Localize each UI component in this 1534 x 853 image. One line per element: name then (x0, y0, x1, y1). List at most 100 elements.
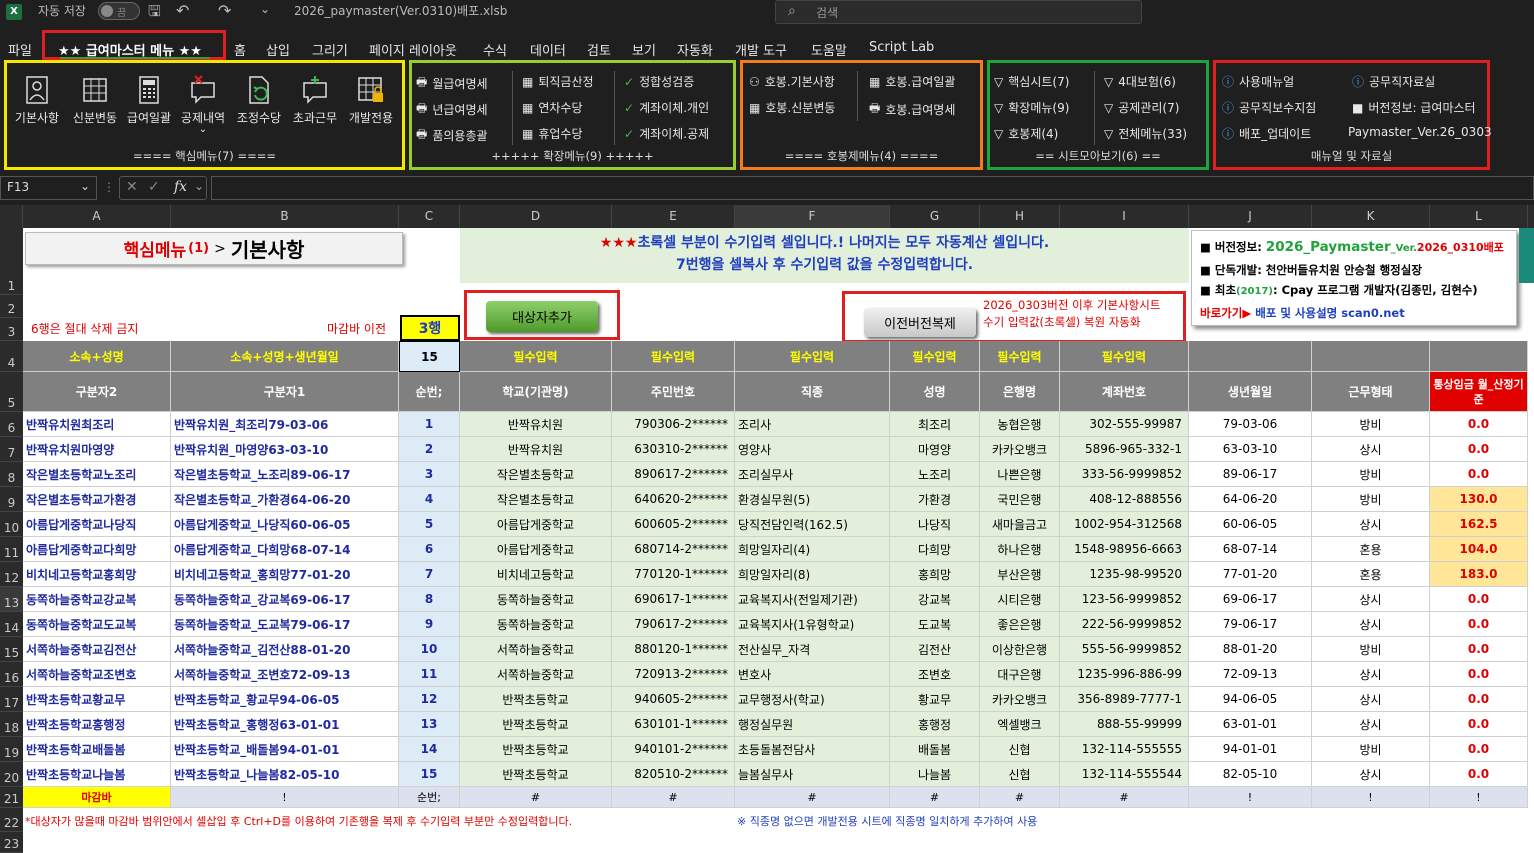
row-header[interactable]: 13 (0, 587, 23, 612)
core-button-payroll[interactable]: 급여일괄 (121, 75, 177, 126)
fx-icon[interactable]: fx (174, 179, 187, 195)
tab-insert[interactable]: 삽입 (266, 40, 290, 59)
tab-formulas[interactable]: 수식 (483, 40, 507, 59)
deadline-row-cell[interactable]: # (460, 787, 612, 808)
table-cell[interactable]: 하나은행 (980, 537, 1060, 562)
table-cell[interactable]: 늘봄실무사 (735, 762, 890, 787)
column-title-cell[interactable]: 근무형태 (1312, 372, 1430, 412)
table-cell[interactable]: 조리사 (735, 412, 890, 437)
row4-header-cell[interactable]: 필수입력 (612, 341, 735, 372)
ribbon-button[interactable]: ⚇ 호봉.기본사항 (749, 73, 835, 90)
row-header[interactable]: 23 (0, 832, 23, 853)
table-cell[interactable]: 반짝유치원_마영양63-03-10 (171, 437, 399, 462)
table-cell[interactable]: 카카오뱅크 (980, 687, 1060, 712)
table-cell[interactable]: 작은별초등학교 (460, 487, 612, 512)
table-cell[interactable]: 15 (399, 762, 460, 787)
ribbon-button[interactable]: ▦ 퇴직금산정 (522, 73, 594, 90)
table-cell[interactable]: 0.0 (1430, 662, 1528, 687)
table-cell[interactable]: 방비 (1312, 637, 1430, 662)
table-cell[interactable]: 132-114-555544 (1060, 762, 1189, 787)
table-cell[interactable]: 작은별초등학교노조리 (23, 462, 171, 487)
row-header[interactable]: 17 (0, 687, 23, 712)
table-cell[interactable]: 방비 (1312, 737, 1430, 762)
column-header[interactable]: C (399, 205, 460, 228)
deadline-value[interactable]: 3행 (400, 315, 460, 341)
table-cell[interactable]: 이상한은행 (980, 637, 1060, 662)
table-cell[interactable]: 반짝초등학교_홍행정63-01-01 (171, 712, 399, 737)
table-cell[interactable]: 68-07-14 (1189, 537, 1312, 562)
table-cell[interactable]: 아름답게중학교 (460, 537, 612, 562)
row4-header-cell[interactable]: 필수입력 (460, 341, 612, 372)
column-header[interactable]: K (1312, 205, 1430, 228)
tab-page-layout[interactable]: 페이지 레이아웃 (369, 40, 457, 59)
row-header[interactable]: 14 (0, 612, 23, 637)
column-header[interactable]: H (980, 205, 1060, 228)
table-cell[interactable]: 상시 (1312, 512, 1430, 537)
column-title-cell[interactable]: 직종 (735, 372, 890, 412)
row-header[interactable]: 16 (0, 662, 23, 687)
count-cell[interactable]: 15 (399, 341, 460, 372)
table-cell[interactable]: 0.0 (1430, 687, 1528, 712)
table-cell[interactable]: 64-06-20 (1189, 487, 1312, 512)
row4-header-cell[interactable]: 필수입력 (1060, 341, 1189, 372)
table-cell[interactable]: 비치네고등학교_홍희망77-01-20 (171, 562, 399, 587)
ribbon-button[interactable]: 🖶 년급여명세 (416, 99, 488, 120)
table-cell[interactable]: 60-06-05 (1189, 512, 1312, 537)
ribbon-button[interactable]: ✓ 계좌이체.개인 (624, 99, 709, 116)
ribbon-button[interactable]: ▽ 공제관리(7) (1104, 99, 1179, 116)
table-cell[interactable]: 최조리 (890, 412, 980, 437)
table-cell[interactable]: 행정실무원 (735, 712, 890, 737)
table-cell[interactable]: 황교무 (890, 687, 980, 712)
table-cell[interactable]: 2 (399, 437, 460, 462)
deadline-row-cell[interactable]: 순번; (399, 787, 460, 808)
table-cell[interactable]: 222-56-9999852 (1060, 612, 1189, 637)
table-cell[interactable]: 반짝초등학교배돌봄 (23, 737, 171, 762)
row-header[interactable]: 3 (0, 318, 23, 341)
ribbon-button[interactable]: ⓘ 사용매뉴얼 (1222, 73, 1294, 90)
table-cell[interactable]: 1 (399, 412, 460, 437)
deadline-row-cell[interactable]: # (612, 787, 735, 808)
table-cell[interactable]: 0.0 (1430, 762, 1528, 787)
table-cell[interactable]: 카카오뱅크 (980, 437, 1060, 462)
table-cell[interactable]: 초등돌봄전담사 (735, 737, 890, 762)
tab-draw[interactable]: 그리기 (312, 40, 348, 59)
row-header[interactable]: 9 (0, 487, 23, 512)
add-person-button[interactable]: 대상자추가 (486, 301, 598, 332)
table-cell[interactable]: 반짝초등학교 (460, 687, 612, 712)
table-cell[interactable]: 790617-2****** (612, 612, 735, 637)
ribbon-button[interactable]: ▦ 연차수당 (522, 99, 583, 116)
table-cell[interactable]: 농협은행 (980, 412, 1060, 437)
table-cell[interactable]: 79-03-06 (1189, 412, 1312, 437)
column-header[interactable]: G (890, 205, 980, 228)
table-cell[interactable]: 302-555-99987 (1060, 412, 1189, 437)
info-shortcut-link[interactable]: 배포 및 사용설명 scan0.net (1255, 306, 1405, 320)
table-cell[interactable]: 대구은행 (980, 662, 1060, 687)
table-cell[interactable]: 변호사 (735, 662, 890, 687)
autosave-toggle[interactable]: 끔 (98, 2, 140, 20)
table-cell[interactable]: 1548-98956-6663 (1060, 537, 1189, 562)
tab-data[interactable]: 데이터 (530, 40, 566, 59)
table-cell[interactable]: 0.0 (1430, 587, 1528, 612)
table-cell[interactable]: 홍희망 (890, 562, 980, 587)
row-header[interactable]: 2 (0, 295, 23, 318)
table-cell[interactable]: 김전산 (890, 637, 980, 662)
enter-icon[interactable]: ✓ (148, 179, 160, 195)
row-header[interactable]: 19 (0, 737, 23, 762)
table-cell[interactable]: 당직전담인력(162.5) (735, 512, 890, 537)
table-cell[interactable]: 640620-2****** (612, 487, 735, 512)
table-cell[interactable]: 5896-965-332-1 (1060, 437, 1189, 462)
table-cell[interactable]: 가환경 (890, 487, 980, 512)
table-cell[interactable]: 0.0 (1430, 612, 1528, 637)
column-header[interactable]: D (460, 205, 612, 228)
row4-header-cell[interactable]: 소속+성명+생년월일 (171, 341, 399, 372)
table-cell[interactable]: 680714-2****** (612, 537, 735, 562)
search-box[interactable]: ⌕ 검색 (775, 0, 1142, 24)
table-cell[interactable]: 나당직 (890, 512, 980, 537)
table-cell[interactable]: 시티은행 (980, 587, 1060, 612)
table-cell[interactable]: 상시 (1312, 437, 1430, 462)
ribbon-button[interactable]: ⓘ 배포_업데이트 (1222, 125, 1311, 142)
table-cell[interactable]: 반짝초등학교_나늘봄82-05-10 (171, 762, 399, 787)
table-cell[interactable]: 희망일자리(4) (735, 537, 890, 562)
table-cell[interactable]: 혼용 (1312, 562, 1430, 587)
undo-icon[interactable]: ↶ (176, 0, 189, 22)
